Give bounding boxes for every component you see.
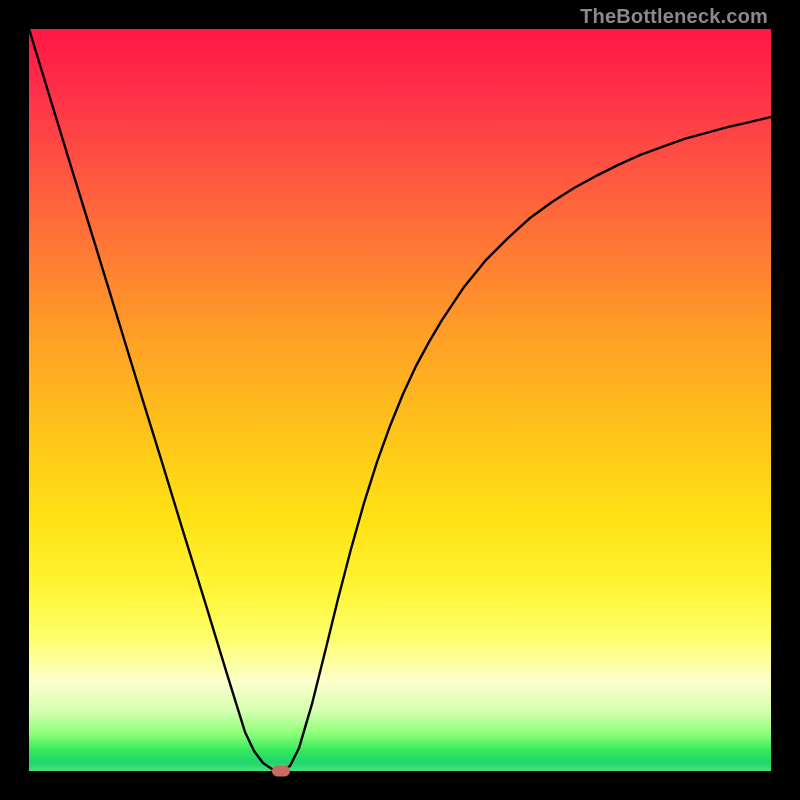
chart-frame: { "watermark": "TheBottleneck.com", "cha… [0, 0, 800, 800]
curve-path [29, 29, 771, 771]
minimum-marker [272, 766, 290, 777]
watermark-text: TheBottleneck.com [580, 6, 768, 29]
bottleneck-curve [29, 29, 771, 771]
plot-area [29, 29, 771, 771]
